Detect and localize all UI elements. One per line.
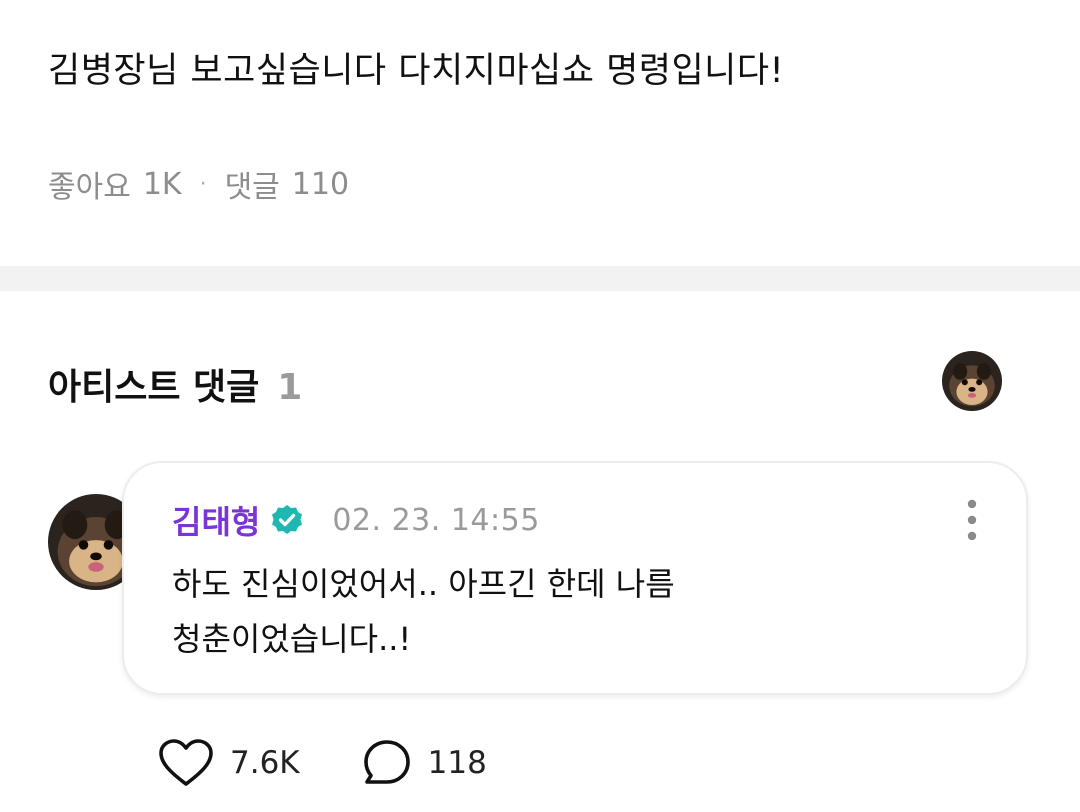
artist-comments-count: 1 bbox=[277, 367, 303, 408]
meta-separator: · bbox=[199, 171, 207, 197]
fan-post-page: 김병장님 보고싶습니다 다치지마십쇼 명령입니다! 좋아요 1K · 댓글 11… bbox=[0, 0, 1080, 812]
more-options-button[interactable] bbox=[962, 499, 982, 541]
artist-comment-card: 김태형 02. 23. 14:55 하도 진심이었어서.. 아프긴 한데 나름 … bbox=[122, 461, 1028, 695]
likes-label[interactable]: 좋아요 bbox=[48, 162, 131, 206]
comments-label[interactable]: 댓글 bbox=[225, 162, 280, 206]
more-vertical-icon bbox=[967, 499, 977, 541]
artist-comments-title: 아티스트 댓글 bbox=[48, 367, 260, 408]
comment-author-name[interactable]: 김태형 bbox=[172, 497, 260, 543]
comment-body-line: 청춘이었습니다..! bbox=[172, 620, 412, 658]
reply-count: 118 bbox=[427, 745, 487, 781]
post-text: 김병장님 보고싶습니다 다치지마십쇼 명령입니다! bbox=[48, 51, 785, 91]
verified-badge-icon bbox=[270, 503, 304, 537]
artist-avatar-small[interactable] bbox=[942, 351, 1002, 411]
dog-avatar-icon bbox=[942, 351, 1002, 411]
comment-actions: 7.6K 118 bbox=[158, 738, 487, 788]
comment-timestamp: 02. 23. 14:55 bbox=[332, 502, 540, 538]
comments-count[interactable]: 110 bbox=[292, 167, 349, 202]
likes-count[interactable]: 1K bbox=[143, 167, 182, 202]
post-meta: 좋아요 1K · 댓글 110 bbox=[48, 162, 349, 206]
comment-bubble-icon bbox=[363, 740, 410, 784]
artist-comments-header: 아티스트 댓글 1 bbox=[48, 358, 302, 410]
section-divider bbox=[0, 266, 1080, 291]
comment-body: 하도 진심이었어서.. 아프긴 한데 나름 청춘이었습니다..! bbox=[172, 557, 952, 667]
like-count: 7.6K bbox=[230, 745, 300, 781]
reply-button[interactable]: 118 bbox=[362, 738, 487, 788]
comment-body-line: 하도 진심이었어서.. 아프긴 한데 나름 bbox=[172, 565, 675, 603]
like-button[interactable]: 7.6K bbox=[158, 738, 300, 788]
heart-icon bbox=[159, 739, 213, 786]
comment-header: 김태형 02. 23. 14:55 bbox=[172, 497, 540, 543]
